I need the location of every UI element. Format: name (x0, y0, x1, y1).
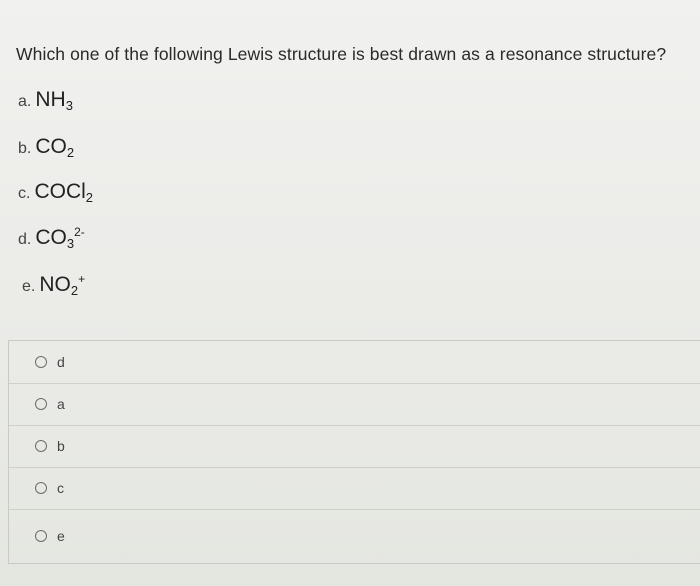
option-e-formula-sub: 2 (70, 283, 79, 298)
choice-d[interactable]: d (9, 341, 700, 384)
option-e-formula: NO2+ (39, 272, 86, 298)
radio-button[interactable] (35, 482, 47, 494)
option-d-formula: CO32- (35, 225, 85, 251)
option-d-formula-sup: 2- (74, 225, 85, 239)
option-b-text: b. CO2 (18, 135, 74, 160)
radio-button[interactable] (35, 530, 47, 542)
option-e-formula-main: NO (39, 273, 71, 296)
option-b-formula: CO2 (35, 135, 75, 160)
choice-label: d (57, 354, 65, 370)
option-e-text: e. NO2+ (22, 272, 85, 298)
option-b-formula-main: CO (35, 135, 67, 158)
option-d-formula-main: CO (35, 226, 67, 249)
choice-b[interactable]: b (9, 425, 700, 468)
option-a-formula-sub: 3 (65, 98, 73, 113)
option-b-prefix: b. (18, 140, 32, 157)
choice-a[interactable]: a (9, 383, 700, 426)
option-c-formula-main: COCl (34, 180, 86, 203)
radio-button[interactable] (35, 356, 47, 368)
option-a-formula: NH3 (35, 88, 73, 113)
choice-label: e (57, 528, 65, 544)
choice-label: a (57, 396, 65, 412)
option-d-text: d. CO32- (18, 225, 85, 251)
question-text: Which one of the following Lewis structu… (16, 44, 667, 64)
option-e-prefix: e. (22, 278, 36, 295)
choice-c[interactable]: c (9, 467, 700, 510)
option-a-prefix: a. (18, 93, 32, 110)
radio-button[interactable] (35, 398, 47, 410)
option-c-formula: COCl2 (34, 180, 94, 205)
option-a-text: a. NH3 (18, 88, 73, 113)
option-d-formula-sub: 3 (66, 236, 75, 251)
option-c-text: c. COCl2 (18, 180, 93, 205)
radio-button[interactable] (35, 440, 47, 452)
choice-e[interactable]: e (9, 509, 700, 563)
option-c-prefix: c. (18, 185, 31, 202)
option-d-prefix: d. (18, 231, 32, 248)
option-a-formula-main: NH (35, 88, 66, 111)
option-e-formula-sup: + (78, 272, 86, 286)
choice-label: c (57, 480, 64, 496)
option-c-formula-sub: 2 (85, 190, 94, 205)
answer-choices: d a b c e (8, 340, 700, 564)
choice-label: b (57, 438, 65, 454)
question-card: Which one of the following Lewis structu… (0, 0, 700, 586)
option-b-formula-sub: 2 (66, 145, 75, 160)
